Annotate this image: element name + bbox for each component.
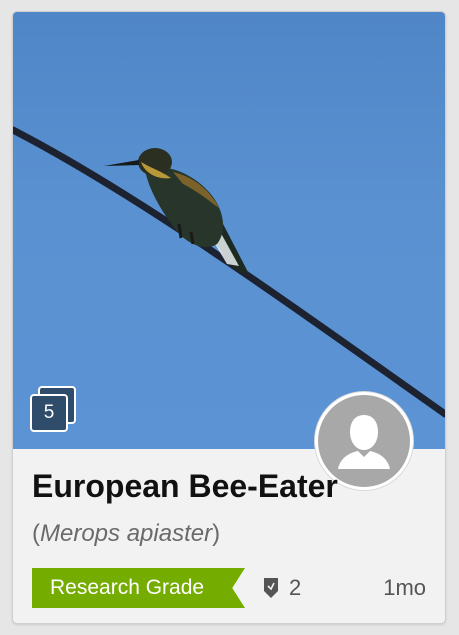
identification-count-value: 2: [289, 575, 302, 600]
paren-close: ): [212, 520, 221, 547]
scientific-name-text: Merops apiaster: [40, 520, 213, 547]
photo-count: 5: [30, 394, 68, 432]
identification-shield-icon: [264, 578, 278, 598]
identification-count: 2: [263, 574, 301, 602]
photo-count-badge: 5: [30, 386, 76, 432]
common-name[interactable]: European Bee-Eater: [32, 468, 338, 505]
scientific-name: (Merops apiaster): [32, 520, 220, 548]
observation-age: 1mo: [383, 575, 426, 600]
research-grade-badge: Research Grade: [32, 568, 245, 608]
paren-open: (: [32, 520, 40, 547]
observation-photo[interactable]: 5: [13, 12, 445, 449]
bird-on-wire-image: [13, 126, 445, 418]
observation-card[interactable]: 5 European Bee-Eater (Merops apiaster) R…: [12, 11, 446, 624]
